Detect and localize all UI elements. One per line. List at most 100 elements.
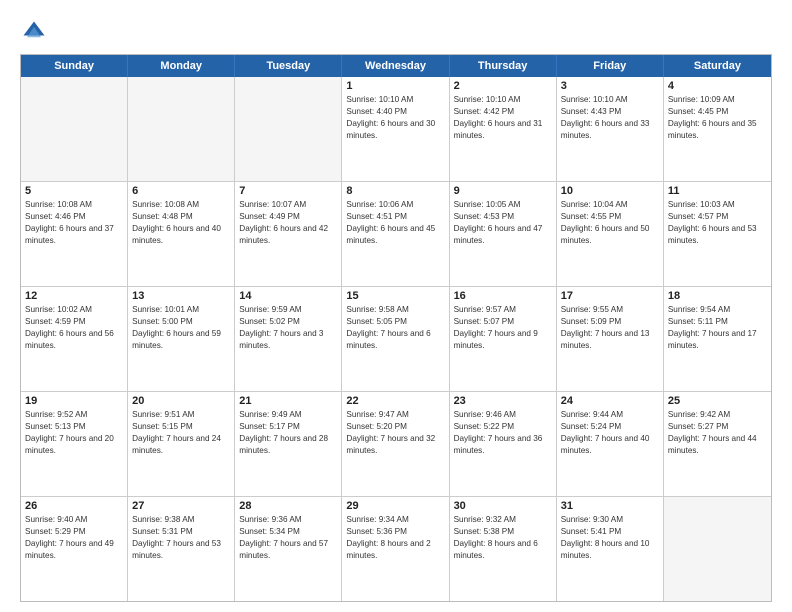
day-number: 31 [561, 500, 659, 512]
day-cell-25: 25 Sunrise: 9:42 AMSunset: 5:27 PMDayligh… [664, 392, 771, 496]
day-number: 18 [668, 290, 767, 302]
day-info: Sunrise: 9:57 AMSunset: 5:07 PMDaylight:… [454, 304, 552, 352]
day-cell-7: 7 Sunrise: 10:07 AMSunset: 4:49 PMDayligh… [235, 182, 342, 286]
day-number: 21 [239, 395, 337, 407]
day-number: 30 [454, 500, 552, 512]
day-info: Sunrise: 9:42 AMSunset: 5:27 PMDaylight:… [668, 409, 767, 457]
day-cell-10: 10 Sunrise: 10:04 AMSunset: 4:55 PMDaylig… [557, 182, 664, 286]
day-number: 20 [132, 395, 230, 407]
day-cell-empty [664, 497, 771, 601]
day-number: 1 [346, 80, 444, 92]
day-info: Sunrise: 9:51 AMSunset: 5:15 PMDaylight:… [132, 409, 230, 457]
day-info: Sunrise: 9:58 AMSunset: 5:05 PMDaylight:… [346, 304, 444, 352]
calendar-container: SundayMondayTuesdayWednesdayThursdayFrid… [20, 54, 772, 602]
day-info: Sunrise: 10:10 AMSunset: 4:43 PMDaylight… [561, 94, 659, 142]
day-info: Sunrise: 10:02 AMSunset: 4:59 PMDaylight… [25, 304, 123, 352]
day-number: 5 [25, 185, 123, 197]
day-cell-26: 26Sunrise: 9:40 AMSunset: 5:29 PMDayligh… [21, 497, 128, 601]
day-number: 13 [132, 290, 230, 302]
day-number: 3 [561, 80, 659, 92]
header-day-tuesday: Tuesday [235, 55, 342, 77]
day-info: Sunrise: 9:34 AMSunset: 5:36 PMDaylight:… [346, 514, 444, 562]
header [20, 18, 772, 46]
day-cell-14: 14 Sunrise: 9:59 AMSunset: 5:02 PMDayligh… [235, 287, 342, 391]
day-info: Sunrise: 9:55 AMSunset: 5:09 PMDaylight:… [561, 304, 659, 352]
day-cell-22: 22 Sunrise: 9:47 AMSunset: 5:20 PMDayligh… [342, 392, 449, 496]
day-cell-19: 19Sunrise: 9:52 AMSunset: 5:13 PMDayligh… [21, 392, 128, 496]
day-info: Sunrise: 10:05 AMSunset: 4:53 PMDaylight… [454, 199, 552, 247]
day-number: 7 [239, 185, 337, 197]
day-cell-5: 5 Sunrise: 10:08 AMSunset: 4:46 PMDayligh… [21, 182, 128, 286]
day-cell-21: 21 Sunrise: 9:49 AMSunset: 5:17 PMDayligh… [235, 392, 342, 496]
day-cell-18: 18Sunrise: 9:54 AMSunset: 5:11 PMDayligh… [664, 287, 771, 391]
logo [20, 18, 52, 46]
day-info: Sunrise: 10:08 AMSunset: 4:46 PMDaylight… [25, 199, 123, 247]
header-day-friday: Friday [557, 55, 664, 77]
calendar-body: 1 Sunrise: 10:10 AMSunset: 4:40 PMDayligh… [21, 77, 771, 601]
day-number: 25 [668, 395, 767, 407]
day-number: 28 [239, 500, 337, 512]
day-cell-20: 20 Sunrise: 9:51 AMSunset: 5:15 PMDayligh… [128, 392, 235, 496]
header-day-sunday: Sunday [21, 55, 128, 77]
day-number: 11 [668, 185, 767, 197]
day-number: 29 [346, 500, 444, 512]
day-number: 24 [561, 395, 659, 407]
day-number: 4 [668, 80, 767, 92]
header-day-saturday: Saturday [664, 55, 771, 77]
day-info: Sunrise: 10:03 AMSunset: 4:57 PMDaylight… [668, 199, 767, 247]
day-cell-11: 11 Sunrise: 10:03 AMSunset: 4:57 PMDaylig… [664, 182, 771, 286]
day-cell-15: 15Sunrise: 9:58 AMSunset: 5:05 PMDayligh… [342, 287, 449, 391]
day-cell-29: 29 Sunrise: 9:34 AMSunset: 5:36 PMDayligh… [342, 497, 449, 601]
day-info: Sunrise: 9:47 AMSunset: 5:20 PMDaylight:… [346, 409, 444, 457]
day-cell-23: 23 Sunrise: 9:46 AMSunset: 5:22 PMDayligh… [450, 392, 557, 496]
day-number: 14 [239, 290, 337, 302]
day-number: 22 [346, 395, 444, 407]
day-cell-empty [235, 77, 342, 181]
page: SundayMondayTuesdayWednesdayThursdayFrid… [0, 0, 792, 612]
day-info: Sunrise: 9:59 AMSunset: 5:02 PMDaylight:… [239, 304, 337, 352]
header-day-thursday: Thursday [450, 55, 557, 77]
day-cell-1: 1 Sunrise: 10:10 AMSunset: 4:40 PMDayligh… [342, 77, 449, 181]
header-day-monday: Monday [128, 55, 235, 77]
day-info: Sunrise: 9:40 AMSunset: 5:29 PMDaylight:… [25, 514, 123, 562]
day-number: 27 [132, 500, 230, 512]
day-number: 12 [25, 290, 123, 302]
day-cell-9: 9 Sunrise: 10:05 AMSunset: 4:53 PMDayligh… [450, 182, 557, 286]
day-info: Sunrise: 10:04 AMSunset: 4:55 PMDaylight… [561, 199, 659, 247]
day-info: Sunrise: 9:49 AMSunset: 5:17 PMDaylight:… [239, 409, 337, 457]
day-number: 23 [454, 395, 552, 407]
day-cell-empty [21, 77, 128, 181]
day-info: Sunrise: 10:08 AMSunset: 4:48 PMDaylight… [132, 199, 230, 247]
day-info: Sunrise: 9:36 AMSunset: 5:34 PMDaylight:… [239, 514, 337, 562]
day-info: Sunrise: 10:10 AMSunset: 4:42 PMDaylight… [454, 94, 552, 142]
calendar-header: SundayMondayTuesdayWednesdayThursdayFrid… [21, 55, 771, 77]
day-cell-13: 13 Sunrise: 10:01 AMSunset: 5:00 PMDaylig… [128, 287, 235, 391]
day-info: Sunrise: 10:01 AMSunset: 5:00 PMDaylight… [132, 304, 230, 352]
day-cell-17: 17Sunrise: 9:55 AMSunset: 5:09 PMDayligh… [557, 287, 664, 391]
day-cell-12: 12 Sunrise: 10:02 AMSunset: 4:59 PMDaylig… [21, 287, 128, 391]
day-info: Sunrise: 9:30 AMSunset: 5:41 PMDaylight:… [561, 514, 659, 562]
day-info: Sunrise: 10:07 AMSunset: 4:49 PMDaylight… [239, 199, 337, 247]
week-row-4: 19Sunrise: 9:52 AMSunset: 5:13 PMDayligh… [21, 392, 771, 497]
day-info: Sunrise: 9:44 AMSunset: 5:24 PMDaylight:… [561, 409, 659, 457]
day-cell-24: 24 Sunrise: 9:44 AMSunset: 5:24 PMDayligh… [557, 392, 664, 496]
day-number: 6 [132, 185, 230, 197]
week-row-1: 1 Sunrise: 10:10 AMSunset: 4:40 PMDayligh… [21, 77, 771, 182]
week-row-2: 5 Sunrise: 10:08 AMSunset: 4:46 PMDayligh… [21, 182, 771, 287]
day-info: Sunrise: 10:10 AMSunset: 4:40 PMDaylight… [346, 94, 444, 142]
header-day-wednesday: Wednesday [342, 55, 449, 77]
logo-icon [20, 18, 48, 46]
day-cell-4: 4Sunrise: 10:09 AMSunset: 4:45 PMDayligh… [664, 77, 771, 181]
day-number: 19 [25, 395, 123, 407]
day-cell-30: 30Sunrise: 9:32 AMSunset: 5:38 PMDayligh… [450, 497, 557, 601]
day-cell-16: 16Sunrise: 9:57 AMSunset: 5:07 PMDayligh… [450, 287, 557, 391]
day-cell-empty [128, 77, 235, 181]
day-number: 2 [454, 80, 552, 92]
day-cell-3: 3 Sunrise: 10:10 AMSunset: 4:43 PMDayligh… [557, 77, 664, 181]
day-info: Sunrise: 9:46 AMSunset: 5:22 PMDaylight:… [454, 409, 552, 457]
day-number: 8 [346, 185, 444, 197]
day-cell-28: 28 Sunrise: 9:36 AMSunset: 5:34 PMDayligh… [235, 497, 342, 601]
week-row-3: 12 Sunrise: 10:02 AMSunset: 4:59 PMDaylig… [21, 287, 771, 392]
day-number: 9 [454, 185, 552, 197]
day-number: 10 [561, 185, 659, 197]
